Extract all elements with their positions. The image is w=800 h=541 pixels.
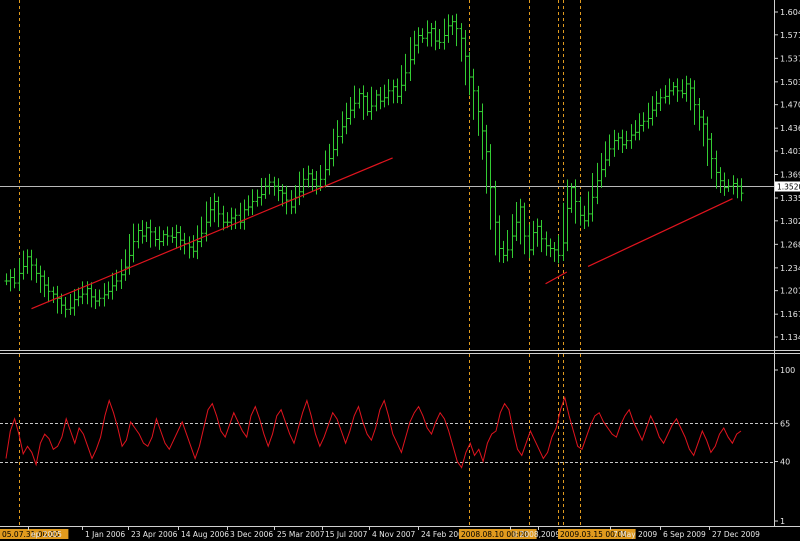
price-axis-label: 1.6040: [780, 8, 800, 17]
chart-background: [0, 0, 800, 541]
price-axis-label: 1.3690: [780, 171, 800, 180]
price-axis-label: 1.2680: [780, 240, 800, 249]
price-axis-label: 1.4360: [780, 124, 800, 133]
time-axis-label: 7 May 2009: [613, 530, 657, 539]
time-axis-label: 14 Aug 2006: [181, 530, 229, 539]
oscillator-axis-label: 40: [780, 458, 790, 467]
time-axis-label: 1 Jan 2006: [85, 530, 125, 539]
time-axis-label: 4 Nov 2007: [372, 530, 415, 539]
price-axis-label: 1.2010: [780, 287, 800, 296]
time-axis-label: ep 2005: [31, 530, 62, 539]
price-axis-label: 1.5030: [780, 78, 800, 87]
oscillator-axis-label: 1: [780, 517, 785, 526]
price-axis-label: 1.3020: [780, 217, 800, 226]
price-axis-label: 1.5370: [780, 54, 800, 63]
oscillator-axis-label: 100: [780, 366, 795, 375]
time-axis-label: 23 Apr 2006: [131, 530, 178, 539]
price-axis-label: 1.1670: [780, 310, 800, 319]
price-axis-label: 1.4030: [780, 147, 800, 156]
oscillator-axis-label: 65: [780, 419, 790, 428]
price-axis-label: 1.5710: [780, 31, 800, 40]
time-axis-label: 6 Sep 2009: [663, 530, 706, 539]
time-axis-label: il 2008,: [513, 530, 541, 539]
time-axis-label: 27 Dec 2009: [712, 530, 760, 539]
price-axis-label: 1.2340: [780, 264, 800, 273]
chart-area[interactable]: 1.6040 1.5710 1.5370 1.5030 1.4700 1.4360 1.40…: [0, 0, 800, 541]
price-axis-label: 1.3350: [780, 194, 800, 203]
price-axis-label: 1.1340: [780, 333, 800, 342]
time-axis-label: 3 Dec 2006: [230, 530, 273, 539]
time-axis-label: 25 Mar 2007: [277, 530, 325, 539]
time-axis-label: 15 Jul 2007: [325, 530, 368, 539]
current-price-label: 1.3520: [777, 183, 800, 192]
price-axis-label: 1.4700: [780, 101, 800, 110]
